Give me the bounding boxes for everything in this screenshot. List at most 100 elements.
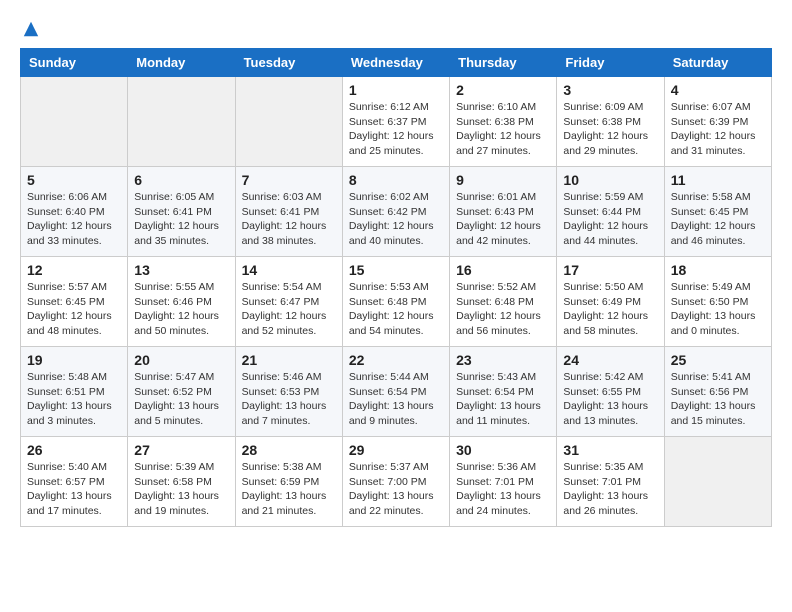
day-info: Sunrise: 5:49 AM Sunset: 6:50 PM Dayligh…: [671, 280, 765, 339]
day-number: 13: [134, 262, 228, 278]
calendar-cell: 13 Sunrise: 5:55 AM Sunset: 6:46 PM Dayli…: [128, 257, 235, 347]
day-header-wednesday: Wednesday: [342, 49, 449, 77]
day-info: Sunrise: 5:47 AM Sunset: 6:52 PM Dayligh…: [134, 370, 228, 429]
day-number: 9: [456, 172, 550, 188]
day-info: Sunrise: 5:59 AM Sunset: 6:44 PM Dayligh…: [563, 190, 657, 249]
page-header: [20, 20, 772, 38]
calendar-cell: 10Sunrise: 5:59 AM Sunset: 6:44 PM Dayli…: [557, 167, 664, 257]
day-number: 2: [456, 82, 550, 98]
day-info: Sunrise: 6:07 AM Sunset: 6:39 PM Dayligh…: [671, 100, 765, 159]
day-info: Sunrise: 5:40 AM Sunset: 6:57 PM Dayligh…: [27, 460, 121, 519]
calendar-cell: 17 Sunrise: 5:50 AM Sunset: 6:49 PM Dayli…: [557, 257, 664, 347]
day-info: Sunrise: 5:37 AM Sunset: 7:00 PM Dayligh…: [349, 460, 443, 519]
day-number: 26: [27, 442, 121, 458]
day-info: Sunrise: 5:44 AM Sunset: 6:54 PM Dayligh…: [349, 370, 443, 429]
calendar-cell: 18 Sunrise: 5:49 AM Sunset: 6:50 PM Dayli…: [664, 257, 771, 347]
day-info: Sunrise: 5:35 AM Sunset: 7:01 PM Dayligh…: [563, 460, 657, 519]
day-header-monday: Monday: [128, 49, 235, 77]
day-number: 27: [134, 442, 228, 458]
day-info: Sunrise: 5:57 AM Sunset: 6:45 PM Dayligh…: [27, 280, 121, 339]
day-number: 16: [456, 262, 550, 278]
calendar-cell: 23Sunrise: 5:43 AM Sunset: 6:54 PM Dayli…: [450, 347, 557, 437]
calendar-cell: 1 Sunrise: 6:12 AM Sunset: 6:37 PM Daylig…: [342, 77, 449, 167]
day-number: 22: [349, 352, 443, 368]
calendar-cell: 14 Sunrise: 5:54 AM Sunset: 6:47 PM Dayli…: [235, 257, 342, 347]
day-number: 17: [563, 262, 657, 278]
day-info: Sunrise: 5:48 AM Sunset: 6:51 PM Dayligh…: [27, 370, 121, 429]
calendar-cell: 26 Sunrise: 5:40 AM Sunset: 6:57 PM Dayli…: [21, 437, 128, 527]
calendar-cell: 12 Sunrise: 5:57 AM Sunset: 6:45 PM Dayli…: [21, 257, 128, 347]
day-number: 1: [349, 82, 443, 98]
day-header-friday: Friday: [557, 49, 664, 77]
calendar-cell: 19 Sunrise: 5:48 AM Sunset: 6:51 PM Dayli…: [21, 347, 128, 437]
calendar-cell: 5 Sunrise: 6:06 AM Sunset: 6:40 PM Daylig…: [21, 167, 128, 257]
calendar-cell: 25 Sunrise: 5:41 AM Sunset: 6:56 PM Dayli…: [664, 347, 771, 437]
calendar-week-row: 5 Sunrise: 6:06 AM Sunset: 6:40 PM Daylig…: [21, 167, 772, 257]
day-number: 5: [27, 172, 121, 188]
calendar-cell: 7Sunrise: 6:03 AM Sunset: 6:41 PM Daylig…: [235, 167, 342, 257]
calendar-cell: 27 Sunrise: 5:39 AM Sunset: 6:58 PM Dayli…: [128, 437, 235, 527]
logo: [20, 20, 40, 38]
day-info: Sunrise: 6:03 AM Sunset: 6:41 PM Dayligh…: [242, 190, 336, 249]
day-info: Sunrise: 5:54 AM Sunset: 6:47 PM Dayligh…: [242, 280, 336, 339]
day-number: 31: [563, 442, 657, 458]
day-info: Sunrise: 5:46 AM Sunset: 6:53 PM Dayligh…: [242, 370, 336, 429]
day-info: Sunrise: 5:38 AM Sunset: 6:59 PM Dayligh…: [242, 460, 336, 519]
day-info: Sunrise: 5:58 AM Sunset: 6:45 PM Dayligh…: [671, 190, 765, 249]
calendar-cell: 6Sunrise: 6:05 AM Sunset: 6:41 PM Daylig…: [128, 167, 235, 257]
day-header-saturday: Saturday: [664, 49, 771, 77]
calendar-cell: 28 Sunrise: 5:38 AM Sunset: 6:59 PM Dayli…: [235, 437, 342, 527]
day-info: Sunrise: 5:42 AM Sunset: 6:55 PM Dayligh…: [563, 370, 657, 429]
day-info: Sunrise: 5:55 AM Sunset: 6:46 PM Dayligh…: [134, 280, 228, 339]
day-number: 4: [671, 82, 765, 98]
day-number: 8: [349, 172, 443, 188]
day-number: 24: [563, 352, 657, 368]
calendar-cell: 9 Sunrise: 6:01 AM Sunset: 6:43 PM Daylig…: [450, 167, 557, 257]
day-info: Sunrise: 5:50 AM Sunset: 6:49 PM Dayligh…: [563, 280, 657, 339]
calendar-week-row: 1 Sunrise: 6:12 AM Sunset: 6:37 PM Daylig…: [21, 77, 772, 167]
day-info: Sunrise: 5:36 AM Sunset: 7:01 PM Dayligh…: [456, 460, 550, 519]
calendar-cell: 8 Sunrise: 6:02 AM Sunset: 6:42 PM Daylig…: [342, 167, 449, 257]
calendar-cell: [128, 77, 235, 167]
day-info: Sunrise: 5:41 AM Sunset: 6:56 PM Dayligh…: [671, 370, 765, 429]
day-number: 12: [27, 262, 121, 278]
calendar-cell: 21 Sunrise: 5:46 AM Sunset: 6:53 PM Dayli…: [235, 347, 342, 437]
day-number: 28: [242, 442, 336, 458]
day-number: 25: [671, 352, 765, 368]
day-info: Sunrise: 5:53 AM Sunset: 6:48 PM Dayligh…: [349, 280, 443, 339]
day-number: 23: [456, 352, 550, 368]
calendar-cell: 20 Sunrise: 5:47 AM Sunset: 6:52 PM Dayli…: [128, 347, 235, 437]
calendar-week-row: 26 Sunrise: 5:40 AM Sunset: 6:57 PM Dayli…: [21, 437, 772, 527]
calendar-cell: 29Sunrise: 5:37 AM Sunset: 7:00 PM Dayli…: [342, 437, 449, 527]
day-number: 11: [671, 172, 765, 188]
calendar-cell: 30Sunrise: 5:36 AM Sunset: 7:01 PM Dayli…: [450, 437, 557, 527]
calendar-cell: [664, 437, 771, 527]
day-info: Sunrise: 6:06 AM Sunset: 6:40 PM Dayligh…: [27, 190, 121, 249]
calendar-table: SundayMondayTuesdayWednesdayThursdayFrid…: [20, 48, 772, 527]
calendar-cell: 15 Sunrise: 5:53 AM Sunset: 6:48 PM Dayli…: [342, 257, 449, 347]
calendar-cell: 3 Sunrise: 6:09 AM Sunset: 6:38 PM Daylig…: [557, 77, 664, 167]
day-number: 3: [563, 82, 657, 98]
calendar-cell: 11 Sunrise: 5:58 AM Sunset: 6:45 PM Dayli…: [664, 167, 771, 257]
calendar-cell: [235, 77, 342, 167]
calendar-header-row: SundayMondayTuesdayWednesdayThursdayFrid…: [21, 49, 772, 77]
day-number: 19: [27, 352, 121, 368]
day-info: Sunrise: 6:02 AM Sunset: 6:42 PM Dayligh…: [349, 190, 443, 249]
day-number: 21: [242, 352, 336, 368]
day-number: 20: [134, 352, 228, 368]
day-info: Sunrise: 5:39 AM Sunset: 6:58 PM Dayligh…: [134, 460, 228, 519]
calendar-cell: 4 Sunrise: 6:07 AM Sunset: 6:39 PM Daylig…: [664, 77, 771, 167]
day-header-tuesday: Tuesday: [235, 49, 342, 77]
calendar-cell: 22 Sunrise: 5:44 AM Sunset: 6:54 PM Dayli…: [342, 347, 449, 437]
day-number: 14: [242, 262, 336, 278]
day-info: Sunrise: 6:09 AM Sunset: 6:38 PM Dayligh…: [563, 100, 657, 159]
day-info: Sunrise: 5:52 AM Sunset: 6:48 PM Dayligh…: [456, 280, 550, 339]
calendar-cell: 31 Sunrise: 5:35 AM Sunset: 7:01 PM Dayli…: [557, 437, 664, 527]
day-info: Sunrise: 6:01 AM Sunset: 6:43 PM Dayligh…: [456, 190, 550, 249]
calendar-cell: 24 Sunrise: 5:42 AM Sunset: 6:55 PM Dayli…: [557, 347, 664, 437]
day-info: Sunrise: 6:12 AM Sunset: 6:37 PM Dayligh…: [349, 100, 443, 159]
day-number: 15: [349, 262, 443, 278]
calendar-cell: 16 Sunrise: 5:52 AM Sunset: 6:48 PM Dayli…: [450, 257, 557, 347]
day-info: Sunrise: 6:05 AM Sunset: 6:41 PM Dayligh…: [134, 190, 228, 249]
day-number: 18: [671, 262, 765, 278]
